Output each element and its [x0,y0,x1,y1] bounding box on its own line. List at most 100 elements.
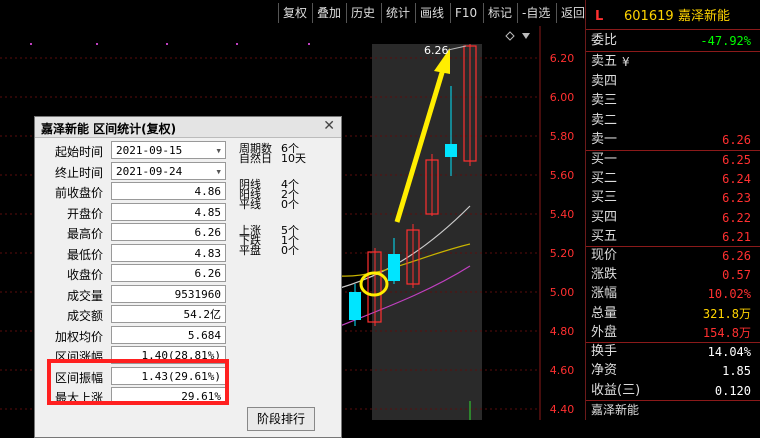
quote-row: 卖五 ¥ [586,52,760,72]
dialog-title: 嘉泽新能 区间统计(复权) [41,122,177,136]
interval-stats-dialog: 嘉泽新能 区间统计(复权) ✕ 起始时间 2021-09-15 ▾ 终止时间 2021-… [34,116,342,438]
stat-label: 平线 [239,198,261,211]
marker-dot [166,43,168,45]
stats-button[interactable]: 统计 [381,3,414,23]
webi-label: 委比 [591,33,618,48]
divider [586,29,760,30]
chevron-down-icon[interactable]: ▾ [215,142,222,160]
history-button[interactable]: 历史 [346,3,379,23]
quote-label: 卖一 [591,132,618,147]
quote-value: 6.25 [722,153,751,167]
quote-label: 卖五 [591,54,618,69]
price-tick-label: 4.80 [550,325,575,338]
quote-row: 卖一 6.26 [586,130,760,150]
quote-row: 外盘 154.8万 [586,323,760,343]
marker-dot [236,43,238,45]
stat-label: 自然日 [239,152,272,165]
f10-button[interactable]: F10 [450,3,481,23]
date-select[interactable]: 2021-09-24 ▾ [111,161,226,181]
quote-label: 买四 [591,209,618,225]
field-label: 最低价 [66,247,103,262]
peak-price-label: 6.26 [424,44,449,57]
price-tick-label: 5.00 [550,286,575,299]
field-value: 5.684 [111,325,226,344]
chevron-down-icon[interactable]: ▾ [215,163,222,181]
quote-label: 买一 [591,152,618,167]
webi-value: -47.92% [700,34,751,48]
quote-row: 换手 14.04% [586,342,760,362]
marker-dot [308,43,310,45]
quote-value: 10.02% [707,287,751,302]
highlight-box [47,359,229,405]
field-label: 收盘价 [66,268,103,282]
quote-label: 现价 [591,248,618,263]
price-tick-label: 5.60 [550,169,575,182]
close-icon[interactable]: ✕ [323,118,335,134]
field-label: 起始时间 [54,145,103,159]
quote-label: 买五 [591,228,618,244]
quote-row: 收益(三) 0.120 [586,381,760,401]
quote-row: 涨幅 10.02% [586,284,760,304]
overlay-button[interactable]: 叠加 [312,3,345,23]
diamond-icon[interactable] [505,31,515,41]
footer-stock-name: 嘉泽新能 [591,403,640,417]
field-value: 6.26 [111,264,226,282]
date-select[interactable]: 2021-09-15 ▾ [111,141,226,159]
quote-row: 卖三 [586,91,760,111]
selected-range [372,44,482,420]
candle [388,254,400,281]
quote-row: 买四 6.22 [586,208,760,228]
watchlist-button[interactable]: -自选 [517,3,554,23]
mark-button[interactable]: 标记 [483,3,516,23]
quote-label: 收益(三) [591,382,641,398]
price-tick-label: 6.20 [550,52,575,65]
marker-dot [96,43,98,45]
price-tick-label: 5.80 [550,130,575,143]
field-value: 9531960 [111,284,226,303]
quote-label: 卖三 [591,93,618,108]
price-tick-label: 5.20 [550,247,575,260]
quote-label: 买三 [591,190,618,206]
stat-label: 平盘 [239,244,261,257]
quote-row: 买五 6.21 [586,227,760,247]
quote-row: 卖四 [586,72,760,92]
candle [445,144,457,157]
price-tick-label: 6.00 [550,91,575,104]
quote-row: 涨跌 0.57 [586,265,760,285]
stat-value: 0个 [281,198,299,211]
stock-name: 嘉泽新能 [678,9,731,24]
draw-line-button[interactable]: 画线 [415,3,448,23]
quote-row: 现价 6.26 [586,246,760,266]
quote-row: 总量 321.8万 [586,304,760,324]
price-axis: 6.20 6.00 5.80 5.60 5.40 5.20 5.00 4.80 4.60 4.40 [550,52,575,416]
price-tick-label: 5.40 [550,208,575,221]
field-label: 前收盘价 [54,186,103,200]
quote-label: 卖二 [591,112,618,128]
quote-value: 0.57 [722,268,751,283]
field-label: 成交量 [66,288,103,303]
field-label: 加权均价 [54,329,103,344]
currency-icon: ¥ [622,55,630,69]
quote-value: 6.26 [722,249,751,263]
quote-value: 6.24 [722,172,751,187]
rank-button[interactable]: 阶段排行 [247,407,315,431]
field-label: 成交额 [66,309,103,323]
quote-row: 买一 6.25 [586,150,760,170]
field-value: 4.83 [111,243,226,262]
marker-dot [30,43,32,45]
quote-panel: L 601619 嘉泽新能 委比 -47.92% 卖五 ¥ 卖四 卖三 卖二 卖一 6.26… [585,0,760,420]
fuquan-button[interactable]: 复权 [278,3,311,23]
quote-label: 涨跌 [591,267,618,283]
quote-row: 买二 6.24 [586,169,760,189]
quote-value: 6.22 [722,210,751,225]
triangle-down-icon[interactable] [522,33,530,39]
field-label: 最高价 [66,227,103,241]
quote-value: 6.26 [722,133,751,147]
date-value: 2021-09-15 [116,144,183,157]
field-value: 54.2亿 [111,305,226,323]
quote-label: 总量 [591,305,618,321]
date-value: 2021-09-24 [116,164,183,178]
stat-value: 0个 [281,244,299,257]
quote-label: 净资 [591,363,618,379]
quote-row: 净资 1.85 [586,361,760,381]
